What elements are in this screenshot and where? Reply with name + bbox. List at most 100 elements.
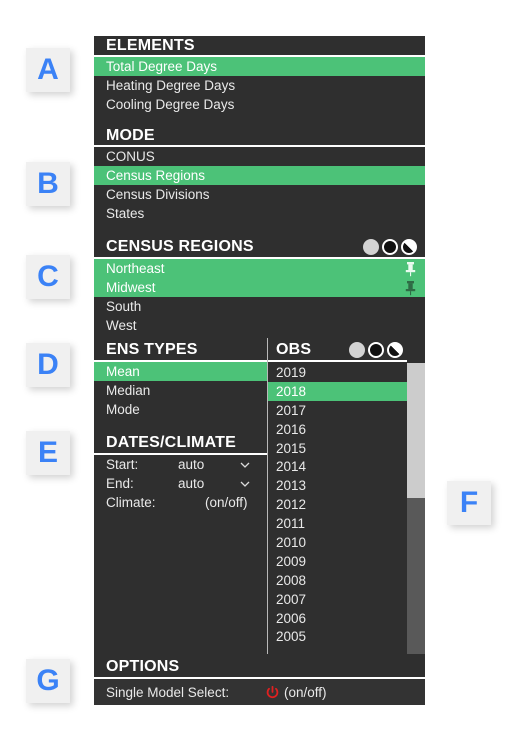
- item-label: 2018: [276, 383, 307, 399]
- pin-icon[interactable]: [404, 280, 417, 295]
- section-header-options: OPTIONS: [94, 655, 425, 679]
- climate-toggle[interactable]: (on/off): [178, 495, 248, 510]
- annotation-badge-f: F: [447, 481, 491, 525]
- spacer-ens-dates: [94, 419, 267, 431]
- ens-type-item-mean[interactable]: Mean: [94, 362, 267, 381]
- circle-half-icon[interactable]: [401, 238, 417, 255]
- section-title: ENS TYPES: [106, 340, 198, 358]
- circle-light-icon[interactable]: [349, 341, 365, 358]
- chevron-down-icon[interactable]: [240, 462, 250, 468]
- elements-item-cooling-degree-days[interactable]: Cooling Degree Days: [94, 95, 425, 114]
- section-title: DATES/CLIMATE: [106, 433, 236, 451]
- circle-light-icon[interactable]: [363, 238, 379, 255]
- single-model-select-row[interactable]: Single Model Select: (on/off): [94, 679, 425, 705]
- item-label: Census Divisions: [106, 187, 210, 202]
- circle-dark-icon[interactable]: [382, 238, 398, 255]
- mode-item-census-regions[interactable]: Census Regions: [94, 166, 425, 185]
- section-header-ens-types: ENS TYPES: [94, 338, 267, 362]
- circle-half-icon[interactable]: [387, 341, 403, 358]
- single-model-select-toggle[interactable]: (on/off): [266, 685, 327, 700]
- annotation-badge-a: A: [26, 48, 70, 92]
- annotation-badge-e: E: [26, 431, 70, 475]
- obs-year-2013[interactable]: 2013: [268, 476, 407, 495]
- obs-year-list[interactable]: 2019 2018 2017 2016 2015 2014 2013 2012 …: [268, 363, 407, 654]
- item-label: Heating Degree Days: [106, 78, 236, 93]
- obs-year-2008[interactable]: 2008: [268, 571, 407, 590]
- section-title: MODE: [106, 127, 155, 144]
- climate-row[interactable]: Climate: (on/off): [94, 493, 267, 512]
- badge-letter: F: [459, 486, 479, 519]
- annotation-badge-b: B: [26, 162, 70, 206]
- obs-year-2014[interactable]: 2014: [268, 457, 407, 476]
- item-label: 2005: [276, 629, 307, 645]
- control-panel: ELEMENTS Total Degree Days Heating Degre…: [94, 36, 425, 705]
- item-label: 2014: [276, 459, 307, 475]
- obs-year-2007[interactable]: 2007: [268, 590, 407, 609]
- item-label: Cooling Degree Days: [106, 97, 235, 112]
- elements-item-heating-degree-days[interactable]: Heating Degree Days: [94, 76, 425, 95]
- item-label: 2009: [276, 553, 307, 569]
- chevron-down-icon[interactable]: [240, 481, 250, 487]
- start-label: Start:: [106, 457, 139, 472]
- badge-letter: E: [37, 436, 58, 469]
- elements-item-total-degree-days[interactable]: Total Degree Days: [94, 57, 425, 76]
- mode-item-conus[interactable]: CONUS: [94, 147, 425, 166]
- dates-end-row[interactable]: End: auto: [94, 474, 267, 493]
- item-label: West: [106, 318, 137, 333]
- item-label: 2016: [276, 421, 307, 437]
- power-icon[interactable]: [266, 685, 279, 699]
- mode-item-states[interactable]: States: [94, 204, 425, 223]
- census-region-item-midwest[interactable]: Midwest: [94, 278, 425, 297]
- single-model-select-label: Single Model Select:: [106, 684, 230, 700]
- item-label: Midwest: [106, 280, 156, 295]
- section-title: ELEMENTS: [106, 37, 195, 54]
- obs-year-2017[interactable]: 2017: [268, 401, 407, 420]
- obs-display-toggle-group[interactable]: [349, 341, 403, 358]
- section-header-elements: ELEMENTS: [94, 36, 425, 57]
- single-model-select-onoff-text: (on/off): [284, 684, 327, 700]
- item-label: 2011: [276, 516, 306, 532]
- item-label: 2015: [276, 440, 307, 456]
- item-label: 2008: [276, 572, 307, 588]
- obs-year-2018[interactable]: 2018: [268, 381, 407, 401]
- climate-onoff-text: (on/off): [205, 495, 248, 510]
- dates-start-row[interactable]: Start: auto: [94, 455, 267, 474]
- pin-icon[interactable]: [404, 261, 417, 276]
- item-label: Census Regions: [106, 168, 206, 183]
- census-region-item-northeast[interactable]: Northeast: [94, 259, 425, 278]
- badge-letter: C: [37, 260, 59, 293]
- section-header-dates-climate: DATES/CLIMATE: [94, 431, 267, 455]
- obs-scrollbar-thumb[interactable]: [407, 363, 425, 498]
- spacer-mode-regions: [94, 223, 425, 235]
- mid-columns: ENS TYPES Mean Median Mode DATES/CLIMATE…: [94, 338, 425, 654]
- census-regions-display-toggle-group[interactable]: [363, 238, 417, 255]
- climate-label: Climate:: [106, 495, 156, 510]
- section-title: OPTIONS: [106, 657, 180, 675]
- obs-year-2009[interactable]: 2009: [268, 552, 407, 571]
- section-title: CENSUS REGIONS: [106, 237, 254, 255]
- obs-year-2006[interactable]: 2006: [268, 609, 407, 628]
- obs-year-2011[interactable]: 2011: [268, 514, 407, 533]
- section-header-mode: MODE: [94, 126, 425, 147]
- obs-year-2005[interactable]: 2005: [268, 627, 407, 646]
- start-value: auto: [178, 457, 205, 472]
- obs-year-2016[interactable]: 2016: [268, 420, 407, 439]
- ens-type-item-mode[interactable]: Mode: [94, 400, 267, 419]
- mode-item-census-divisions[interactable]: Census Divisions: [94, 185, 425, 204]
- obs-scrollbar-track[interactable]: [407, 363, 425, 654]
- census-region-item-south[interactable]: South: [94, 297, 425, 316]
- item-label: 2019: [276, 364, 307, 380]
- item-label: Mean: [106, 364, 140, 379]
- obs-year-2019[interactable]: 2019: [268, 363, 407, 382]
- annotation-badge-g: G: [26, 659, 70, 703]
- ens-type-item-median[interactable]: Median: [94, 381, 267, 400]
- obs-year-2012[interactable]: 2012: [268, 495, 407, 514]
- obs-year-2010[interactable]: 2010: [268, 533, 407, 552]
- left-column: ENS TYPES Mean Median Mode DATES/CLIMATE…: [94, 338, 267, 654]
- obs-year-2015[interactable]: 2015: [268, 439, 407, 458]
- options-section: OPTIONS Single Model Select: (on/off): [94, 655, 425, 705]
- item-label: 2007: [276, 591, 307, 607]
- circle-dark-icon[interactable]: [368, 341, 384, 358]
- census-region-item-west[interactable]: West: [94, 316, 425, 335]
- item-label: Northeast: [106, 261, 165, 276]
